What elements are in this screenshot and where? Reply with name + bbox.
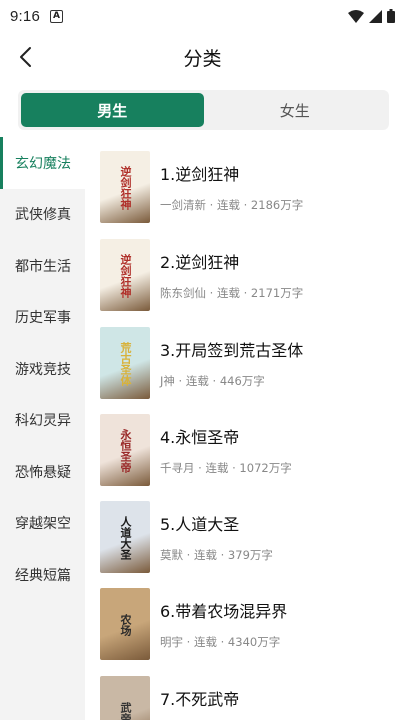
book-cover: 农场 bbox=[100, 588, 150, 660]
signal-icon bbox=[369, 9, 382, 23]
book-item[interactable]: 逆剑狂神 2.逆剑狂神陈东剑仙 · 连载 · 2171万字 bbox=[100, 239, 303, 311]
tab-male[interactable]: 男生 bbox=[21, 93, 204, 127]
status-time: 9:16 bbox=[10, 7, 40, 25]
book-cover: 人道大圣 bbox=[100, 501, 150, 573]
page-title: 分类 bbox=[183, 47, 222, 70]
category-item-kongbu[interactable]: 恐怖悬疑 bbox=[0, 446, 85, 498]
book-title: 4.永恒圣帝 bbox=[160, 428, 240, 447]
battery-icon bbox=[387, 9, 395, 23]
book-item[interactable]: 农场 6.带着农场混异界明宇 · 连载 · 4340万字 bbox=[100, 588, 287, 660]
category-item-lishi[interactable]: 历史军事 bbox=[0, 292, 85, 344]
book-meta: J神 · 连载 · 446万字 bbox=[160, 374, 265, 388]
book-meta: 莫默 · 连载 · 379万字 bbox=[160, 548, 273, 562]
cover-title: 逆剑狂神 bbox=[119, 166, 132, 210]
category-item-xuanhuan[interactable]: 玄幻魔法 bbox=[0, 137, 85, 189]
book-title: 7.不死武帝 bbox=[160, 690, 240, 709]
book-meta: 千寻月 · 连载 · 1072万字 bbox=[160, 461, 292, 475]
gender-tabs: 男生 女生 bbox=[18, 90, 389, 130]
nav-bar: 分类 bbox=[0, 34, 405, 80]
book-title: 6.带着农场混异界 bbox=[160, 602, 288, 621]
back-button[interactable] bbox=[10, 42, 40, 72]
cover-title: 永恒圣帝 bbox=[119, 429, 132, 473]
book-cover: 武帝 bbox=[100, 676, 150, 720]
book-list: 逆剑狂神 1.逆剑狂神一剑清新 · 连载 · 2186万字 逆剑狂神 2.逆剑狂… bbox=[85, 137, 405, 720]
book-cover: 荒古圣体 bbox=[100, 327, 150, 399]
category-item-youxi[interactable]: 游戏竞技 bbox=[0, 343, 85, 395]
tab-female[interactable]: 女生 bbox=[204, 93, 387, 127]
category-item-wuxia[interactable]: 武侠修真 bbox=[0, 189, 85, 241]
cover-title: 逆剑狂神 bbox=[119, 254, 132, 298]
book-item[interactable]: 逆剑狂神 1.逆剑狂神一剑清新 · 连载 · 2186万字 bbox=[100, 151, 303, 223]
book-item[interactable]: 永恒圣帝 4.永恒圣帝千寻月 · 连载 · 1072万字 bbox=[100, 414, 292, 486]
book-title: 2.逆剑狂神 bbox=[160, 253, 240, 272]
book-title: 5.人道大圣 bbox=[160, 515, 240, 534]
category-sidebar: 玄幻魔法 武侠修真 都市生活 历史军事 游戏竞技 科幻灵异 恐怖悬疑 穿越架空 … bbox=[0, 137, 85, 720]
wifi-icon bbox=[348, 9, 364, 23]
status-icons bbox=[348, 9, 395, 23]
cover-title: 荒古圣体 bbox=[119, 342, 132, 386]
category-item-dushi[interactable]: 都市生活 bbox=[0, 240, 85, 292]
book-meta: 明宇 · 连载 · 4340万字 bbox=[160, 635, 281, 649]
status-bar: 9:16 A bbox=[0, 0, 405, 32]
book-cover: 逆剑狂神 bbox=[100, 151, 150, 223]
chevron-left-icon bbox=[20, 47, 31, 67]
book-title: 1.逆剑狂神 bbox=[160, 165, 240, 184]
cover-title: 农场 bbox=[119, 614, 132, 636]
category-item-chuanyue[interactable]: 穿越架空 bbox=[0, 498, 85, 550]
book-cover: 逆剑狂神 bbox=[100, 239, 150, 311]
book-item[interactable]: 武帝 7.不死武帝 bbox=[100, 676, 239, 720]
book-meta: 一剑清新 · 连载 · 2186万字 bbox=[160, 198, 304, 212]
notification-icon: A bbox=[50, 9, 63, 23]
book-title: 3.开局签到荒古圣体 bbox=[160, 341, 304, 360]
category-item-kehuan[interactable]: 科幻灵异 bbox=[0, 395, 85, 447]
book-item[interactable]: 荒古圣体 3.开局签到荒古圣体 J神 · 连载 · 446万字 bbox=[100, 327, 303, 399]
cover-title: 人道大圣 bbox=[119, 516, 132, 560]
book-meta: 陈东剑仙 · 连载 · 2171万字 bbox=[160, 286, 304, 300]
book-item[interactable]: 人道大圣 5.人道大圣莫默 · 连载 · 379万字 bbox=[100, 501, 273, 573]
book-cover: 永恒圣帝 bbox=[100, 414, 150, 486]
cover-title: 武帝 bbox=[119, 702, 132, 720]
category-item-jingdian[interactable]: 经典短篇 bbox=[0, 549, 85, 601]
